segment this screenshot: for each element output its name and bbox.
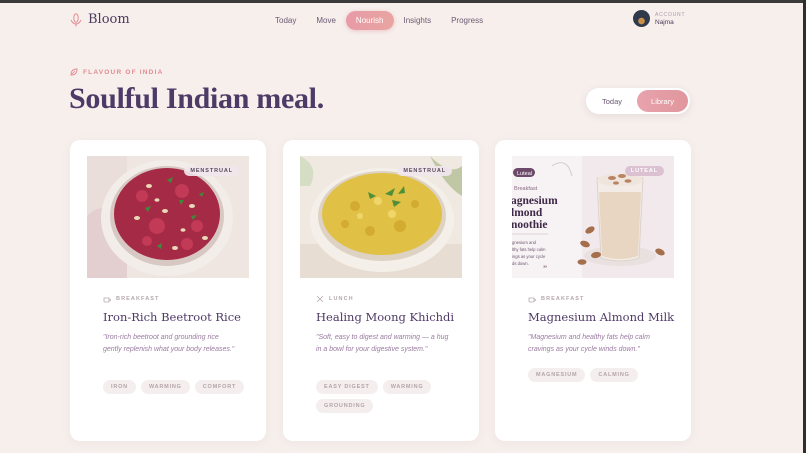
section-eyebrow: FLAVOUR OF INDIA <box>70 68 163 76</box>
meal-card[interactable]: MENSTRUAL BREAKFAST Iron-Rich Beetroot R… <box>70 140 266 441</box>
account-menu[interactable]: ACCOUNT Najma <box>633 10 685 27</box>
tag: GROUNDING <box>316 399 374 413</box>
meal-type: BREAKFAST <box>103 295 160 303</box>
tag: EASY DIGEST <box>316 380 378 394</box>
image-headline-line: noothie <box>512 219 547 231</box>
toggle-today-button[interactable]: Today <box>588 90 636 112</box>
tag: COMFORT <box>194 380 245 394</box>
tag: CALMING <box>590 368 638 382</box>
almond-milk-image: Luteal Breakfast agnesium lmond noothie … <box>512 156 674 278</box>
tag: WARMING <box>140 380 190 394</box>
avatar <box>633 10 650 27</box>
meal-type: BREAKFAST <box>528 295 585 303</box>
nav-item-nourish[interactable]: Nourish <box>345 11 394 30</box>
image-headline-line: agnesium <box>512 195 558 207</box>
nav-item-today[interactable]: Today <box>265 11 306 30</box>
tag: IRON <box>103 380 136 394</box>
meal-quote: "Iron-rich beetroot and grounding rice g… <box>103 334 235 353</box>
meal-title: Iron-Rich Beetroot Rice <box>103 310 241 324</box>
meal-card[interactable]: MENSTRUAL LUNCH Healing Moong Khichdi "S… <box>283 140 479 441</box>
meal-type-label: BREAKFAST <box>541 296 585 302</box>
meal-quote: "Soft, easy to digest and warming — a hu… <box>316 334 449 353</box>
tag-list: EASY DIGEST WARMING GROUNDING <box>316 380 466 413</box>
account-text: ACCOUNT Najma <box>655 12 685 26</box>
page-title: Soulful Indian meal. <box>69 82 324 115</box>
lotus-icon <box>70 12 82 26</box>
image-body-line: ings as your cycle <box>512 254 546 259</box>
phase-badge: MENSTRUAL <box>397 166 452 176</box>
svg-text:”: ” <box>543 264 547 274</box>
tag-list: MAGNESIUM CALMING <box>528 368 678 382</box>
image-body-line: ds down. <box>512 261 529 266</box>
account-label: ACCOUNT <box>655 11 686 18</box>
brand-name: Bloom <box>88 12 130 27</box>
meal-title: Healing Moong Khichdi <box>316 310 455 324</box>
beetroot-rice-image: MENSTRUAL <box>87 156 249 278</box>
meal-card[interactable]: Luteal Breakfast agnesium lmond noothie … <box>495 140 691 441</box>
account-name: Najma <box>655 18 674 26</box>
cup-icon <box>528 297 536 303</box>
meal-quote: "Magnesium and healthy fats help calm cr… <box>528 334 650 353</box>
tag: MAGNESIUM <box>528 368 586 382</box>
image-chip-text: Luteal <box>517 171 532 177</box>
meal-type: LUNCH <box>316 295 354 303</box>
tag-list: IRON WARMING COMFORT <box>103 380 253 394</box>
cup-icon <box>103 297 111 303</box>
brand-logo[interactable]: Bloom <box>70 12 130 27</box>
nav-links: Today Move Nourish Insights Progress <box>265 11 493 30</box>
utensils-icon <box>316 295 324 303</box>
top-nav: Bloom Today Move Nourish Insights Progre… <box>0 3 803 35</box>
eyebrow-text: FLAVOUR OF INDIA <box>83 68 164 76</box>
image-headline-line: lmond <box>512 207 543 219</box>
meal-type-label: BREAKFAST <box>116 296 160 302</box>
toggle-library-button[interactable]: Library <box>637 90 688 112</box>
leaf-icon <box>70 68 78 76</box>
phase-badge: MENSTRUAL <box>184 166 239 176</box>
meal-title: Magnesium Almond Milk <box>528 310 675 324</box>
view-toggle: Today Library <box>586 88 690 114</box>
image-kicker-text: Breakfast <box>514 186 538 192</box>
meal-type-label: LUNCH <box>329 296 354 302</box>
tag: WARMING <box>382 380 432 394</box>
nav-item-insights[interactable]: Insights <box>394 11 442 30</box>
image-body-line: lthy fats help calm <box>512 247 546 252</box>
moong-khichdi-image: MENSTRUAL <box>300 156 462 278</box>
phase-badge: LUTEAL <box>624 166 664 176</box>
image-body-line: gnesium and <box>512 240 537 245</box>
nav-item-move[interactable]: Move <box>306 11 346 30</box>
nav-item-progress[interactable]: Progress <box>441 11 493 30</box>
